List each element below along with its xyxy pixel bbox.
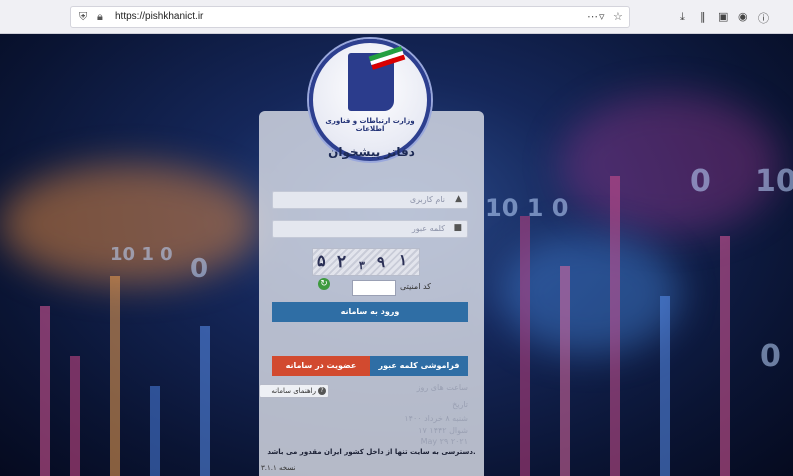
chart-bar bbox=[200, 326, 210, 476]
chart-bar bbox=[610, 176, 620, 476]
bg-numeral: 0 bbox=[760, 339, 781, 374]
browser-toolbar: ⛨ 🔒︎ https://pishkhanict.ir ⋯ ▿ ☆ ⤓ ‖ ▣ … bbox=[0, 0, 793, 34]
login-button[interactable]: ورود به سامانه bbox=[272, 302, 468, 322]
help-button[interactable]: راهنمای سامانه ? bbox=[259, 384, 329, 398]
forgot-password-button[interactable]: فراموشی کلمه عبور bbox=[370, 356, 468, 376]
help-icon: ? bbox=[318, 387, 326, 395]
captcha-label: کد امنیتی bbox=[400, 282, 431, 291]
bg-numeral: 0 bbox=[690, 164, 711, 199]
date-label: تاریخ bbox=[452, 400, 468, 409]
extension-icon[interactable]: ⓘ bbox=[758, 10, 769, 26]
help-label: راهنمای سامانه bbox=[271, 387, 316, 395]
username-placeholder: نام کاربری bbox=[409, 195, 445, 204]
more-icon[interactable]: ⋯ bbox=[587, 10, 598, 23]
shield-icon[interactable]: ⛨ bbox=[79, 10, 87, 24]
version-label: نسخه ۳.۱.۱ bbox=[261, 464, 296, 472]
user-icon: ▲ bbox=[455, 194, 462, 204]
pocket-icon[interactable]: ▿ bbox=[599, 10, 605, 23]
date-shamsi: شنبه ۸ خرداد ۱۴۰۰ bbox=[404, 414, 468, 423]
password-placeholder: کلمه عبور bbox=[411, 224, 445, 233]
chart-bar bbox=[520, 216, 530, 476]
bg-numeral: 10 bbox=[755, 164, 793, 199]
hours-label: ساعت های روز bbox=[416, 383, 468, 392]
captcha-char: ۹ bbox=[377, 253, 386, 271]
download-icon[interactable]: ⤓ bbox=[680, 10, 685, 24]
glow-magenta bbox=[560, 94, 780, 234]
library-icon[interactable]: ‖ bbox=[700, 10, 706, 23]
captcha-char: ۲ bbox=[337, 252, 347, 272]
ministry-emblem-icon bbox=[348, 46, 406, 111]
captcha-char: ۱ bbox=[399, 251, 408, 269]
bg-numeral: 10 1 0 bbox=[110, 244, 173, 265]
password-field[interactable]: کلمه عبور ■ bbox=[272, 220, 468, 238]
lock-icon[interactable]: 🔒︎ bbox=[97, 10, 103, 24]
username-field[interactable]: نام کاربری ▲ bbox=[272, 191, 468, 209]
date-gregorian: May ۲۹ ۲۰۲۱ bbox=[420, 437, 468, 446]
date-hijri: ۱۷ شوال ۱۴۴۲ bbox=[418, 426, 468, 435]
access-note: دسترسی به سایت تنها از داخل کشور ایران م… bbox=[267, 448, 476, 456]
url-text[interactable]: https://pishkhanict.ir bbox=[115, 11, 203, 22]
address-bar[interactable]: ⛨ 🔒︎ https://pishkhanict.ir ⋯ ▿ ☆ bbox=[70, 6, 630, 28]
chart-bar bbox=[40, 306, 50, 476]
glow-orange bbox=[0, 164, 260, 284]
bg-numeral: 0 bbox=[190, 254, 209, 284]
captcha-image: ۵ ۲ ۳ ۹ ۱ bbox=[312, 248, 420, 276]
chart-bar bbox=[660, 296, 670, 476]
ministry-logo: وزارت ارتباطات و فناوری اطلاعات bbox=[309, 39, 431, 161]
page-title: دفاتر پیشخوان bbox=[328, 145, 415, 159]
captcha-char: ۵ bbox=[317, 251, 326, 270]
account-icon[interactable]: ◉ bbox=[738, 10, 748, 23]
sidebar-icon[interactable]: ▣ bbox=[718, 10, 728, 23]
chart-bar bbox=[560, 266, 570, 476]
chart-bar bbox=[70, 356, 80, 476]
chart-bar bbox=[110, 276, 120, 476]
refresh-captcha-icon[interactable]: ↻ bbox=[318, 278, 330, 290]
ministry-name: وزارت ارتباطات و فناوری اطلاعات bbox=[325, 117, 415, 133]
iran-flag-icon bbox=[368, 46, 406, 70]
chart-bar bbox=[720, 236, 730, 476]
chart-bar bbox=[150, 386, 160, 476]
captcha-input[interactable] bbox=[352, 280, 396, 296]
lock-icon: ■ bbox=[453, 223, 462, 233]
captcha-char: ۳ bbox=[359, 259, 365, 272]
star-icon[interactable]: ☆ bbox=[613, 10, 623, 23]
bg-numeral: 10 1 0 bbox=[485, 194, 569, 222]
register-button[interactable]: عضویت در سامانه bbox=[272, 356, 370, 376]
